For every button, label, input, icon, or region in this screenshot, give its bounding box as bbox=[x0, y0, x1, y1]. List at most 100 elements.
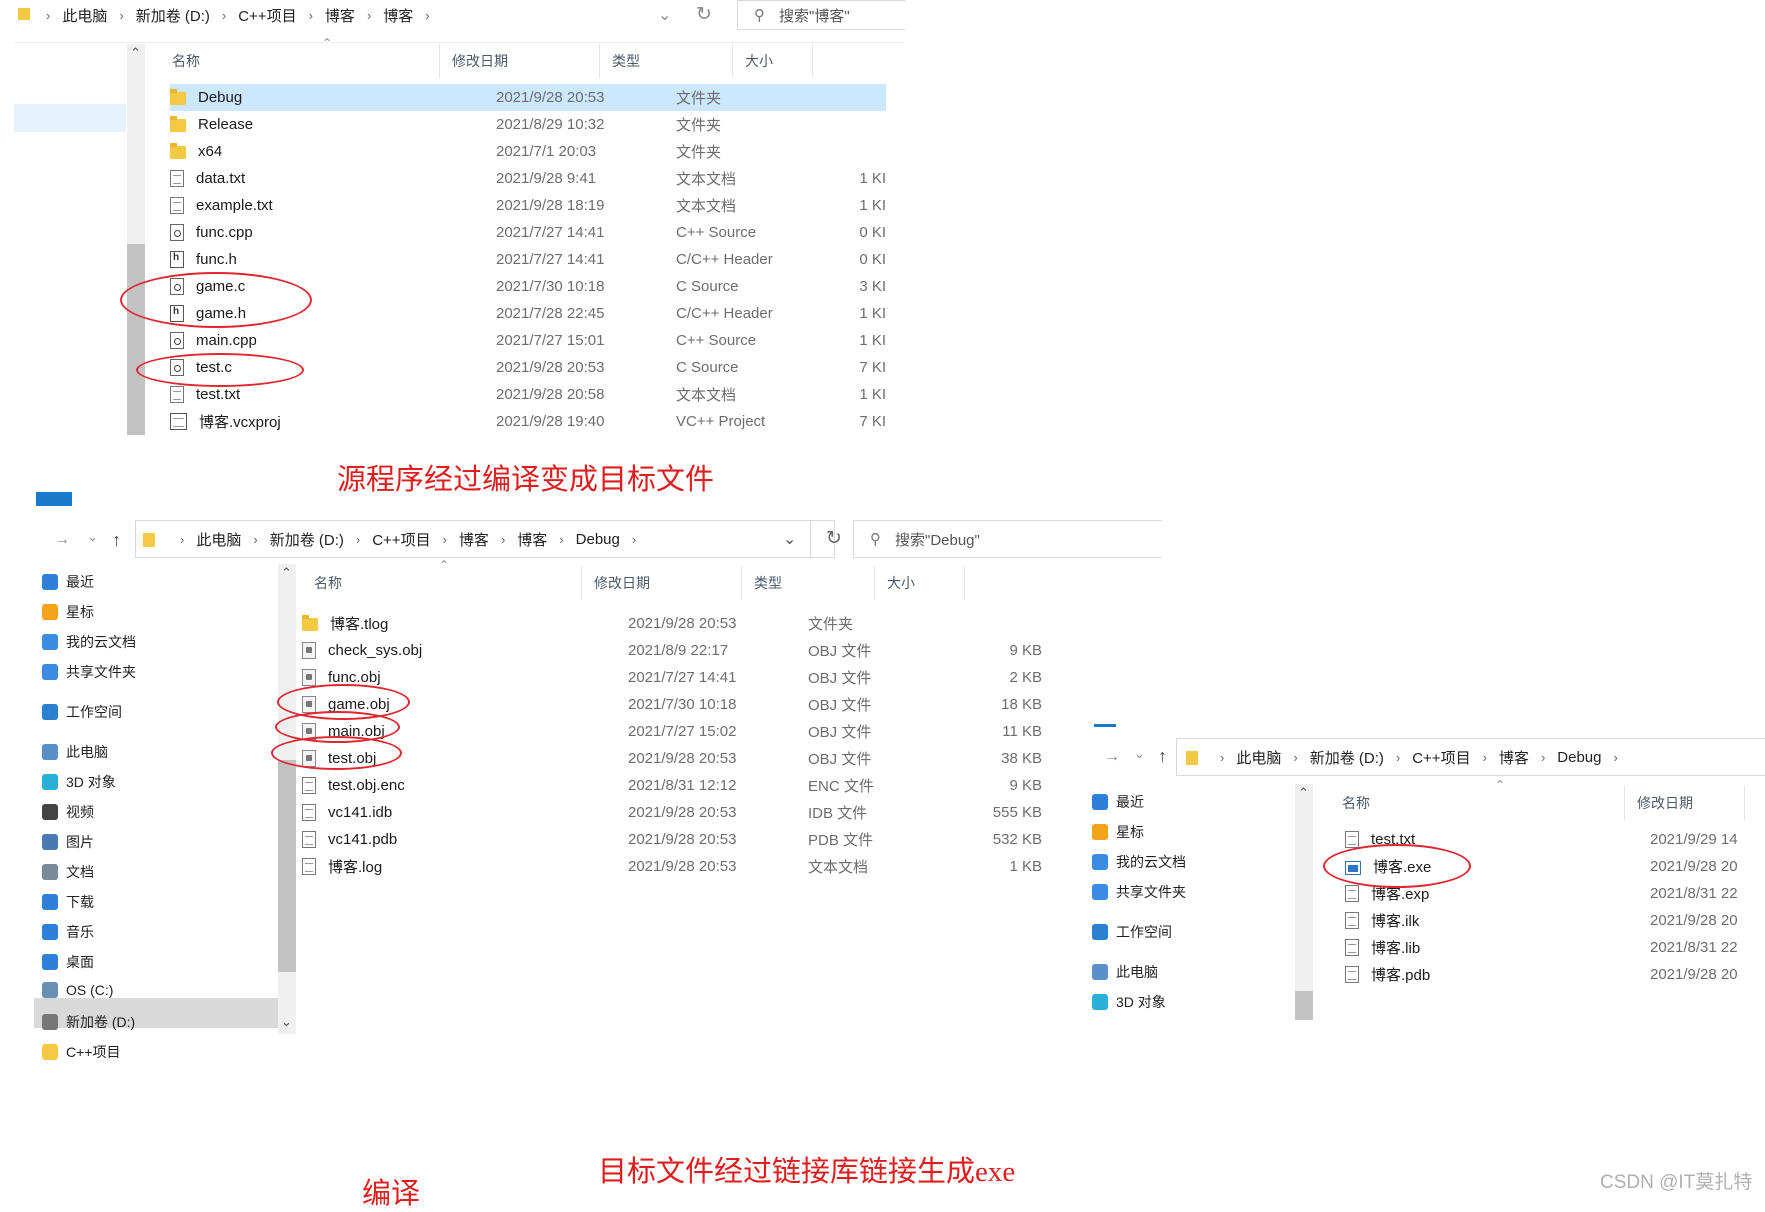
file-row[interactable]: 博客.lib 2021/8/31 22 bbox=[1345, 934, 1765, 961]
file-row[interactable]: func.h 2021/7/27 14:41 C/C++ Header 0 KI bbox=[170, 246, 886, 273]
scroll-thumb[interactable] bbox=[127, 244, 145, 435]
file-row[interactable]: 博客.log 2021/9/28 20:53 文本文档 1 KB bbox=[302, 853, 1042, 880]
scroll-up-icon[interactable]: ⌃ bbox=[130, 45, 141, 61]
nav-item-15[interactable]: 新加卷 (D:) bbox=[42, 1012, 135, 1032]
nav-item-9[interactable]: 图片 bbox=[42, 832, 94, 852]
refresh-icon[interactable]: ↻ bbox=[696, 3, 712, 26]
breadcrumb-item[interactable]: 博客 bbox=[325, 5, 355, 26]
refresh-icon[interactable]: ↻ bbox=[826, 527, 842, 550]
breadcrumb-item[interactable]: 新加卷 (D:) bbox=[1310, 747, 1384, 768]
breadcrumb-item[interactable]: C++项目 bbox=[238, 5, 296, 26]
breadcrumb-item[interactable]: Debug bbox=[576, 531, 620, 548]
nav-item-5[interactable]: 工作空间 bbox=[42, 702, 122, 722]
scroll-up-icon[interactable]: ⌃ bbox=[1298, 785, 1309, 801]
column-header-0[interactable]: 名称 bbox=[160, 44, 440, 78]
nav-item-8[interactable]: 视频 bbox=[42, 802, 94, 822]
nav-item-4[interactable]: 共享文件夹 bbox=[42, 662, 136, 682]
breadcrumb-item[interactable]: 此电脑 bbox=[196, 529, 241, 550]
up-icon[interactable]: ↑ bbox=[1158, 746, 1167, 767]
nav-item-14[interactable]: OS (C:) bbox=[42, 982, 113, 998]
file-row[interactable]: 博客.tlog 2021/9/28 20:53 文件夹 bbox=[302, 610, 1042, 637]
file-row[interactable]: game.obj 2021/7/30 10:18 OBJ 文件 18 KB bbox=[302, 691, 1042, 718]
nav-item-1[interactable]: 最近 bbox=[42, 572, 94, 592]
file-row[interactable]: func.obj 2021/7/27 14:41 OBJ 文件 2 KB bbox=[302, 664, 1042, 691]
file-row[interactable]: test.obj 2021/9/28 20:53 OBJ 文件 38 KB bbox=[302, 745, 1042, 772]
scroll-thumb[interactable] bbox=[1295, 991, 1313, 1020]
nav-item-12[interactable]: 音乐 bbox=[42, 922, 94, 942]
file-row[interactable]: Debug 2021/9/28 20:53 文件夹 bbox=[170, 84, 886, 111]
address-bar[interactable]: › 此电脑 › 新加卷 (D:) › C++项目 › 博客 › Debug › bbox=[1208, 744, 1630, 770]
file-row[interactable]: check_sys.obj 2021/8/9 22:17 OBJ 文件 9 KB bbox=[302, 637, 1042, 664]
nav-item-4[interactable]: 共享文件夹 bbox=[1092, 882, 1186, 902]
file-row[interactable]: 博客.pdb 2021/9/28 20 bbox=[1345, 961, 1765, 988]
nav-item-13[interactable]: 桌面 bbox=[42, 952, 94, 972]
breadcrumb-item[interactable]: 新加卷 (D:) bbox=[270, 529, 344, 550]
nav-item-3[interactable]: 我的云文档 bbox=[1092, 852, 1186, 872]
file-row[interactable]: data.txt 2021/9/28 9:41 文本文档 1 KI bbox=[170, 165, 886, 192]
nav-item-5[interactable]: 工作空间 bbox=[1092, 922, 1172, 942]
file-row[interactable]: main.cpp 2021/7/27 15:01 C++ Source 1 KI bbox=[170, 327, 886, 354]
column-header-0[interactable]: 名称 bbox=[1330, 786, 1625, 820]
file-row[interactable]: x64 2021/7/1 20:03 文件夹 bbox=[170, 138, 886, 165]
nav-item-10[interactable]: 文档 bbox=[42, 862, 94, 882]
file-row[interactable]: main.obj 2021/7/27 15:02 OBJ 文件 11 KB bbox=[302, 718, 1042, 745]
scroll-down-icon[interactable]: ⌄ bbox=[281, 1014, 292, 1030]
address-bar[interactable]: › 此电脑 › 新加卷 (D:) › C++项目 › 博客 › 博客 › bbox=[34, 2, 442, 28]
breadcrumb-item[interactable]: 此电脑 bbox=[1236, 747, 1281, 768]
search-box[interactable]: ⚲ 搜索"博客" bbox=[737, 0, 905, 30]
nav-selected-item[interactable] bbox=[14, 104, 126, 132]
recent-dropdown-icon[interactable]: ⌄ bbox=[87, 529, 98, 545]
chevron-down-icon[interactable]: ⌄ bbox=[783, 529, 796, 549]
breadcrumb-item[interactable]: 博客 bbox=[383, 5, 413, 26]
scroll-thumb[interactable] bbox=[278, 760, 296, 972]
nav-item-2[interactable]: 星标 bbox=[1092, 822, 1144, 842]
recent-dropdown-icon[interactable]: ⌄ bbox=[1134, 746, 1145, 762]
nav-item-16[interactable]: C++项目 bbox=[42, 1042, 120, 1062]
search-input[interactable]: 搜索"博客" bbox=[779, 5, 850, 26]
breadcrumb-item[interactable]: Debug bbox=[1557, 749, 1601, 766]
file-row[interactable]: Release 2021/8/29 10:32 文件夹 bbox=[170, 111, 886, 138]
breadcrumb-item[interactable]: 新加卷 (D:) bbox=[136, 5, 210, 26]
breadcrumb-item[interactable]: C++项目 bbox=[372, 529, 430, 550]
forward-icon[interactable]: → bbox=[54, 531, 70, 549]
nav-item-2[interactable]: 星标 bbox=[42, 602, 94, 622]
scroll-up-icon[interactable]: ⌃ bbox=[281, 565, 292, 581]
nav-item-7[interactable]: 3D 对象 bbox=[1092, 992, 1166, 1012]
nav-item-3[interactable]: 我的云文档 bbox=[42, 632, 136, 652]
file-row[interactable]: example.txt 2021/9/28 18:19 文本文档 1 KI bbox=[170, 192, 886, 219]
breadcrumb-item[interactable]: C++项目 bbox=[1412, 747, 1470, 768]
ribbon-file-tab[interactable] bbox=[36, 492, 72, 506]
column-header-1[interactable]: 修改日期 bbox=[582, 566, 742, 600]
nav-item-6[interactable]: 此电脑 bbox=[1092, 962, 1158, 982]
file-row[interactable]: vc141.pdb 2021/9/28 20:53 PDB 文件 532 KB bbox=[302, 826, 1042, 853]
breadcrumb-item[interactable]: 此电脑 bbox=[62, 5, 107, 26]
column-header-1[interactable]: 修改日期 bbox=[440, 44, 600, 78]
column-header-3[interactable]: 大小 bbox=[875, 566, 965, 600]
nav-item-6[interactable]: 此电脑 bbox=[42, 742, 108, 762]
file-row[interactable]: test.txt 2021/9/28 20:58 文本文档 1 KI bbox=[170, 381, 886, 408]
address-bar[interactable]: › 此电脑 › 新加卷 (D:) › C++项目 › 博客 › 博客 › Debug › bbox=[168, 526, 648, 552]
file-row[interactable]: 博客.vcxproj 2021/9/28 19:40 VC++ Project 7 K… bbox=[170, 408, 886, 435]
nav-scrollbar[interactable]: ⌃ ⌄ bbox=[278, 564, 296, 1034]
column-header-1[interactable]: 修改日期 bbox=[1625, 786, 1745, 820]
breadcrumb-item[interactable]: 博客 bbox=[517, 529, 547, 550]
breadcrumb-item[interactable]: 博客 bbox=[459, 529, 489, 550]
column-header-2[interactable]: 类型 bbox=[600, 44, 733, 78]
nav-item-7[interactable]: 3D 对象 bbox=[42, 772, 116, 792]
column-header-3[interactable]: 大小 bbox=[733, 44, 813, 78]
chevron-down-icon[interactable]: ⌄ bbox=[658, 5, 671, 25]
search-box[interactable]: ⚲ 搜索"Debug" bbox=[853, 520, 1162, 558]
column-header-2[interactable]: 类型 bbox=[742, 566, 875, 600]
search-input[interactable]: 搜索"Debug" bbox=[895, 529, 980, 550]
file-row[interactable]: 博客.ilk 2021/9/28 20 bbox=[1345, 907, 1765, 934]
file-row[interactable]: test.obj.enc 2021/8/31 12:12 ENC 文件 9 KB bbox=[302, 772, 1042, 799]
nav-item-1[interactable]: 最近 bbox=[1092, 792, 1144, 812]
forward-icon[interactable]: → bbox=[1104, 748, 1120, 766]
file-row[interactable]: vc141.idb 2021/9/28 20:53 IDB 文件 555 KB bbox=[302, 799, 1042, 826]
file-row[interactable]: func.cpp 2021/7/27 14:41 C++ Source 0 KI bbox=[170, 219, 886, 246]
ribbon-file-tab[interactable] bbox=[1094, 724, 1116, 727]
nav-item-11[interactable]: 下载 bbox=[42, 892, 94, 912]
up-icon[interactable]: ↑ bbox=[112, 530, 121, 551]
breadcrumb-item[interactable]: 博客 bbox=[1499, 747, 1529, 768]
nav-scrollbar[interactable]: ⌃ bbox=[1295, 784, 1313, 1020]
